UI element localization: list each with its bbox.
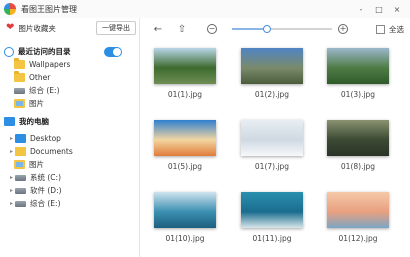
sidebar-item[interactable]: Wallpapers	[0, 58, 140, 71]
photo-thumbnail-item[interactable]: 01(12).jpg	[325, 192, 391, 243]
sidebar-item[interactable]: Other	[0, 71, 140, 84]
recent-toggle[interactable]	[104, 46, 122, 57]
drive-icon	[15, 200, 26, 207]
title-bar: 看图王图片管理 - □ ×	[0, 0, 410, 18]
photo-thumbnail[interactable]	[327, 120, 389, 156]
zoom-slider-thumb[interactable]	[263, 25, 271, 33]
photo-thumbnail[interactable]	[154, 192, 216, 228]
sidebar-item-label: Documents	[30, 147, 73, 156]
photo-thumbnail-item[interactable]: 01(10).jpg	[152, 192, 218, 243]
drive-icon	[14, 87, 25, 94]
app-logo-icon	[4, 3, 16, 15]
photo-filename: 01(2).jpg	[254, 90, 290, 99]
photo-filename: 01(10).jpg	[165, 234, 205, 243]
expand-arrow-icon[interactable]: ▸	[8, 187, 15, 194]
sidebar-item[interactable]: ▸ Desktop	[0, 132, 140, 145]
expand-arrow-icon[interactable]: ▸	[8, 200, 15, 207]
photo-thumbnail[interactable]	[241, 48, 303, 84]
photo-filename: 01(3).jpg	[340, 90, 376, 99]
zoom-slider-fill	[232, 28, 267, 30]
sidebar-item-label: 软件 (D:)	[30, 186, 62, 195]
sidebar-item-label: 图片	[29, 160, 44, 169]
sidebar-item-label: 我的电脑	[19, 117, 49, 126]
window-controls: - □ ×	[352, 2, 406, 16]
picture-folder-icon	[14, 160, 25, 169]
heart-icon: ❤	[6, 22, 15, 33]
up-folder-icon[interactable]: ⇧	[175, 22, 189, 36]
photo-thumbnail-item[interactable]: 01(2).jpg	[239, 48, 305, 99]
sidebar-item[interactable]: 图片	[0, 158, 140, 171]
photo-thumbnail-item[interactable]: 01(11).jpg	[239, 192, 305, 243]
desktop-icon	[15, 134, 26, 143]
photo-thumbnail-item[interactable]: 01(8).jpg	[325, 120, 391, 171]
photo-thumbnail[interactable]	[241, 192, 303, 228]
favorites-label: 图片收藏夹	[18, 23, 56, 33]
photo-thumbnail-item[interactable]: 01(7).jpg	[239, 120, 305, 171]
back-arrow-icon[interactable]: ←	[151, 22, 165, 36]
favorites-header[interactable]: ❤ 图片收藏夹 一键导出	[0, 18, 140, 38]
photo-thumbnail-item[interactable]: 01(1).jpg	[152, 48, 218, 99]
select-all-checkbox[interactable]	[376, 25, 385, 34]
maximize-button[interactable]: □	[370, 2, 388, 16]
photo-thumbnail-item[interactable]: 01(5).jpg	[152, 120, 218, 171]
sidebar-item-label: 系统 (C:)	[30, 173, 61, 182]
expand-arrow-icon[interactable]: ▸	[8, 135, 15, 142]
photo-thumbnail[interactable]	[327, 192, 389, 228]
photo-filename: 01(11).jpg	[252, 234, 292, 243]
sidebar-item[interactable]: 图片	[0, 97, 140, 110]
photo-thumbnail[interactable]	[327, 48, 389, 84]
photo-thumbnail[interactable]	[154, 48, 216, 84]
photo-thumbnail[interactable]	[241, 120, 303, 156]
expand-arrow-icon[interactable]: ▸	[8, 148, 15, 155]
sidebar: ❤ 图片收藏夹 一键导出 最近访问的目录 Wallpapers Other 综合 (E…	[0, 18, 140, 257]
sidebar-item-label: Other	[29, 73, 51, 82]
photo-filename: 01(8).jpg	[340, 162, 376, 171]
sidebar-item[interactable]: ▸ 软件 (D:)	[0, 184, 140, 197]
photo-thumbnail[interactable]	[154, 120, 216, 156]
drive-icon	[15, 174, 26, 181]
recent-icon	[4, 46, 14, 57]
expand-arrow-icon[interactable]: ▸	[8, 174, 15, 181]
app-title: 看图王图片管理	[21, 4, 77, 14]
minimize-button[interactable]: -	[352, 2, 370, 16]
sidebar-item[interactable]: ▸ 系统 (C:)	[0, 171, 140, 184]
sidebar-item[interactable]: 最近访问的目录	[0, 45, 140, 58]
close-button[interactable]: ×	[388, 2, 406, 16]
export-button[interactable]: 一键导出	[96, 21, 136, 35]
folder-icon	[14, 71, 25, 82]
select-all[interactable]: 全选	[376, 24, 404, 35]
zoom-in-button[interactable]: +	[338, 24, 348, 34]
drive-icon	[15, 187, 26, 194]
toolbar: ← ⇧ − + 全选	[141, 18, 410, 40]
sidebar-item[interactable]: 综合 (E:)	[0, 84, 140, 97]
zoom-out-button[interactable]: −	[207, 24, 217, 34]
documents-icon	[15, 147, 26, 156]
sidebar-item-label: 综合 (E:)	[30, 199, 61, 208]
photo-filename: 01(12).jpg	[338, 234, 378, 243]
select-all-label: 全选	[389, 25, 404, 34]
sidebar-item[interactable]: ▸ Documents	[0, 145, 140, 158]
sidebar-item[interactable]: 我的电脑	[0, 115, 140, 128]
computer-icon	[4, 117, 15, 126]
sidebar-item[interactable]: ▸ 综合 (E:)	[0, 197, 140, 210]
sidebar-item-label: 综合 (E:)	[29, 86, 60, 95]
photo-filename: 01(1).jpg	[167, 90, 203, 99]
photo-filename: 01(5).jpg	[167, 162, 203, 171]
folder-icon	[14, 58, 25, 69]
sidebar-item-label: Wallpapers	[29, 60, 71, 69]
photo-filename: 01(7).jpg	[254, 162, 290, 171]
zoom-slider[interactable]	[232, 25, 332, 33]
photo-thumbnail-item[interactable]: 01(3).jpg	[325, 48, 391, 99]
thumbnail-grid: 01(1).jpg 01(2).jpg 01(3).jpg 01(5).jpg 01(7…	[141, 40, 410, 257]
picture-folder-icon	[14, 99, 25, 108]
sidebar-item-label: 最近访问的目录	[18, 47, 71, 56]
sidebar-item-label: 图片	[29, 99, 44, 108]
sidebar-item-label: Desktop	[30, 134, 61, 143]
